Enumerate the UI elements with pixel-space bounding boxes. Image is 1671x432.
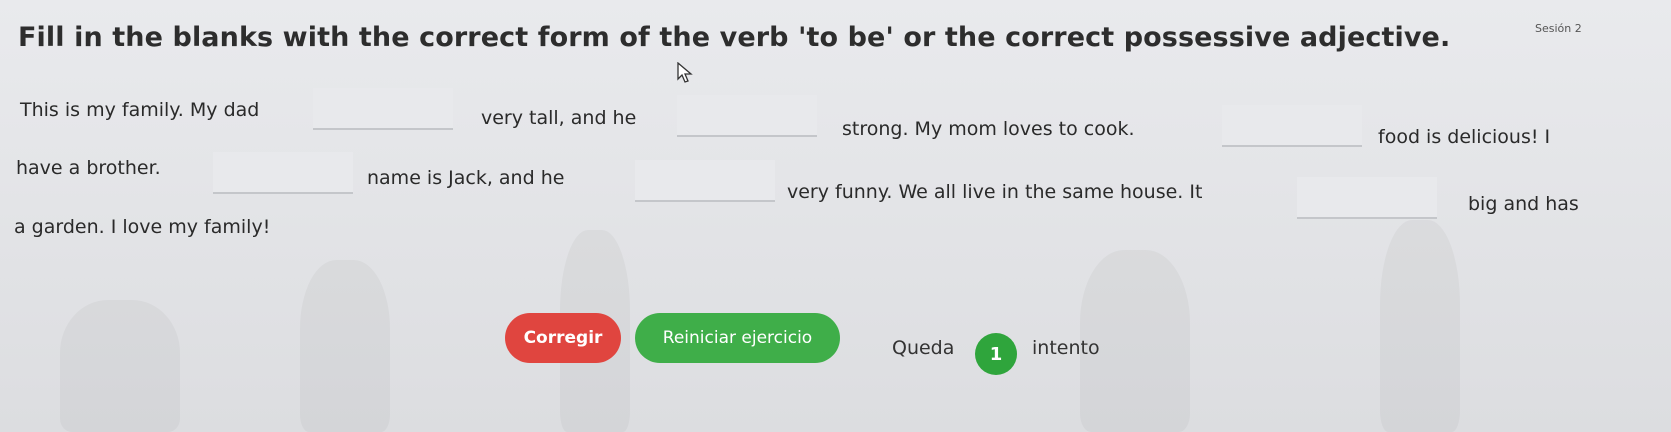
passage-text: name is Jack, and he	[367, 167, 565, 189]
blank-4-input[interactable]	[213, 152, 353, 192]
session-label: Sesión 2	[1535, 22, 1582, 35]
attempts-remaining-badge: 1	[975, 333, 1017, 375]
mouse-pointer-icon	[677, 62, 693, 83]
background-figure	[60, 300, 180, 432]
blank-3[interactable]	[1222, 105, 1362, 147]
background-figure	[300, 260, 390, 432]
passage-text: a garden. I love my family!	[14, 216, 271, 238]
passage-text: very tall, and he	[481, 107, 637, 129]
blank-1[interactable]	[313, 88, 453, 130]
passage-text: food is delicious! I	[1378, 126, 1551, 148]
passage-text: very funny. We all live in the same hous…	[787, 181, 1203, 203]
passage-text: This is my family. My dad	[20, 99, 260, 121]
passage-text: big and has	[1468, 193, 1579, 215]
blank-4[interactable]	[213, 152, 353, 194]
blank-6-input[interactable]	[1297, 177, 1437, 217]
corregir-button[interactable]: Corregir	[505, 313, 621, 363]
passage-text: have a brother.	[16, 157, 161, 179]
attempts-suffix-label: intento	[1032, 337, 1100, 359]
reiniciar-ejercicio-button[interactable]: Reiniciar ejercicio	[635, 313, 840, 363]
blank-5[interactable]	[635, 160, 775, 202]
blank-1-input[interactable]	[313, 88, 453, 128]
instructions-heading: Fill in the blanks with the correct form…	[18, 22, 1451, 53]
blank-2-input[interactable]	[677, 95, 817, 135]
blank-3-input[interactable]	[1222, 105, 1362, 145]
blank-6[interactable]	[1297, 177, 1437, 219]
background-figure	[1380, 220, 1460, 432]
blank-2[interactable]	[677, 95, 817, 137]
blank-5-input[interactable]	[635, 160, 775, 200]
attempts-prefix-label: Queda	[892, 337, 955, 359]
passage-text: strong. My mom loves to cook.	[842, 118, 1135, 140]
